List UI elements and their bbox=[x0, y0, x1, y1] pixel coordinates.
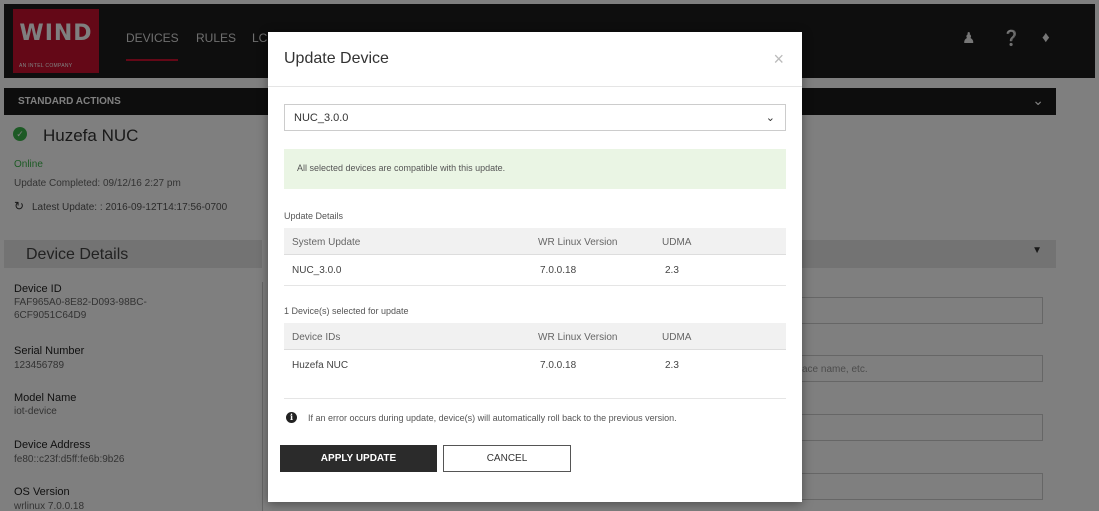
cancel-button[interactable]: CANCEL bbox=[443, 445, 571, 472]
update-details-header: System Update WR Linux Version UDMA bbox=[284, 228, 786, 255]
column-header: WR Linux Version bbox=[538, 237, 618, 248]
table-row: Huzefa NUC 7.0.0.18 2.3 bbox=[284, 351, 786, 381]
table-row: NUC_3.0.0 7.0.0.18 2.3 bbox=[284, 256, 786, 286]
select-value: NUC_3.0.0 bbox=[294, 112, 349, 124]
update-details-label: Update Details bbox=[284, 211, 344, 221]
chevron-down-icon[interactable]: ⌄ bbox=[766, 111, 775, 124]
table-cell: 7.0.0.18 bbox=[540, 265, 577, 276]
modal-title: Update Device bbox=[284, 50, 389, 67]
update-version-select[interactable]: NUC_3.0.0 ⌄ bbox=[284, 104, 786, 131]
apply-update-button[interactable]: APPLY UPDATE bbox=[280, 445, 437, 472]
modal-divider bbox=[268, 86, 802, 87]
info-divider bbox=[284, 398, 786, 399]
close-icon[interactable]: × bbox=[773, 49, 784, 70]
devices-table-header: Device IDs WR Linux Version UDMA bbox=[284, 323, 786, 350]
column-header: System Update bbox=[292, 237, 361, 248]
column-header: WR Linux Version bbox=[538, 332, 618, 343]
column-header: UDMA bbox=[662, 332, 692, 343]
table-cell: 2.3 bbox=[665, 265, 679, 276]
info-icon: i bbox=[286, 412, 297, 423]
rollback-info-text: If an error occurs during update, device… bbox=[308, 413, 677, 423]
compatibility-alert: All selected devices are compatible with… bbox=[284, 149, 786, 189]
column-header: Device IDs bbox=[292, 332, 341, 343]
column-header: UDMA bbox=[662, 237, 692, 248]
devices-selected-label: 1 Device(s) selected for update bbox=[284, 306, 409, 316]
compatibility-message: All selected devices are compatible with… bbox=[297, 163, 506, 173]
table-cell: 2.3 bbox=[665, 360, 679, 371]
table-cell: Huzefa NUC bbox=[292, 360, 349, 371]
table-cell: 7.0.0.18 bbox=[540, 360, 577, 371]
update-device-modal: Update Device × NUC_3.0.0 ⌄ All selected… bbox=[268, 32, 802, 502]
table-cell: NUC_3.0.0 bbox=[292, 265, 342, 276]
